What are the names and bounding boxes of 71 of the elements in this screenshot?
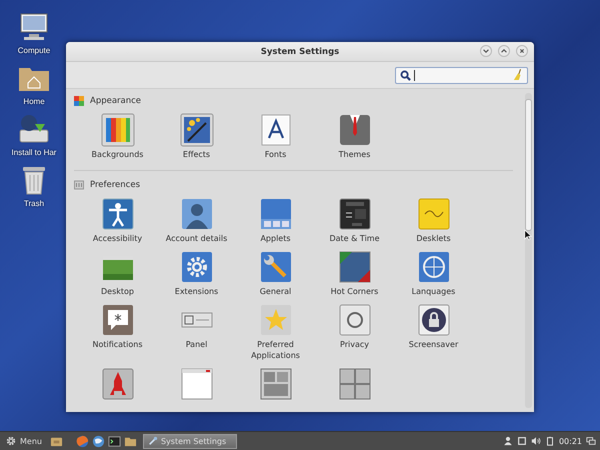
broom-icon [513,69,523,81]
battery-icon[interactable] [544,436,555,446]
color-stripes-icon [100,113,134,147]
globe-icon[interactable] [92,434,105,448]
close-button[interactable] [516,45,528,57]
wrench-icon [148,436,158,446]
settings-item[interactable]: Privacy [315,303,394,350]
settings-item[interactable]: Lanquages [394,250,473,297]
corners-icon [338,250,372,284]
square-icon[interactable] [516,436,527,446]
section-title: Appearance [90,96,142,106]
chevron-down-icon [482,47,490,55]
wrench-icon [258,250,292,284]
speaker-icon[interactable] [530,436,541,446]
search-icon [400,70,411,80]
ring-icon [338,303,372,337]
settings-item[interactable]: Accessibility [78,197,157,244]
person-icon [100,197,134,231]
sparkle-wand-icon [180,113,214,147]
section-title: Preferences [90,180,140,190]
window-title: System Settings [260,46,340,56]
panel-windows-icon [258,197,292,231]
user-icon[interactable] [502,436,513,446]
desktop-icon-label[interactable]: Trash [24,199,44,208]
globe-icon [416,250,450,284]
menu-button[interactable]: Menu [4,436,44,446]
settings-item[interactable]: Fonts [236,113,315,160]
maximize-button[interactable] [498,45,510,57]
suit-icon [338,113,372,147]
lock-icon [416,303,450,337]
settings-item[interactable]: Desktop [78,250,157,297]
settings-item[interactable]: Applets [236,197,315,244]
settings-item[interactable]: Themes [315,113,394,160]
settings-item[interactable]: Effects [157,113,236,160]
tiles-icon [258,367,292,401]
desktop-icon-label[interactable]: Home [23,97,45,106]
gear-icon [6,436,16,446]
user-icon [180,197,214,231]
clock[interactable]: 00:21 [558,436,582,446]
settings-item[interactable]: Hot Corners [315,250,394,297]
preferences-icon [74,180,84,190]
gear-icon [180,250,214,284]
settings-item[interactable]: General [236,250,315,297]
desktop-icon-label[interactable]: Install to Har [12,148,56,157]
settings-item[interactable]: Panel [157,303,236,350]
close-icon [518,47,526,55]
settings-item[interactable]: Backgrounds [78,113,157,160]
settings-item[interactable]: Notifications [78,303,157,350]
settings-item[interactable]: Account details [157,197,236,244]
settings-item[interactable]: Desklets [394,197,473,244]
sticky-note-icon [416,197,450,231]
mouse-pointer-icon [524,229,532,241]
rocket-icon [100,367,134,401]
scrollbar[interactable] [525,93,532,408]
desktop-icon-label[interactable]: Compute [18,46,50,55]
terminal-icon[interactable] [108,434,121,448]
minimize-button[interactable] [480,45,492,57]
settings-item[interactable]: Extensions [157,250,236,297]
calendar-clock-icon [338,197,372,231]
search-field[interactable] [395,66,528,84]
settings-item[interactable]: Preferred Applications [236,303,315,361]
text-caret [414,70,415,80]
settings-item[interactable]: Date & Time [315,197,394,244]
grid-icon [338,367,372,401]
settings-item[interactable]: Screensaver [394,303,473,350]
speech-bubble-icon [100,303,134,337]
chevron-up-icon [500,47,508,55]
palette-icon [74,96,84,106]
window-icon [180,367,214,401]
document-icon [258,113,292,147]
screens-icon[interactable] [586,436,596,446]
